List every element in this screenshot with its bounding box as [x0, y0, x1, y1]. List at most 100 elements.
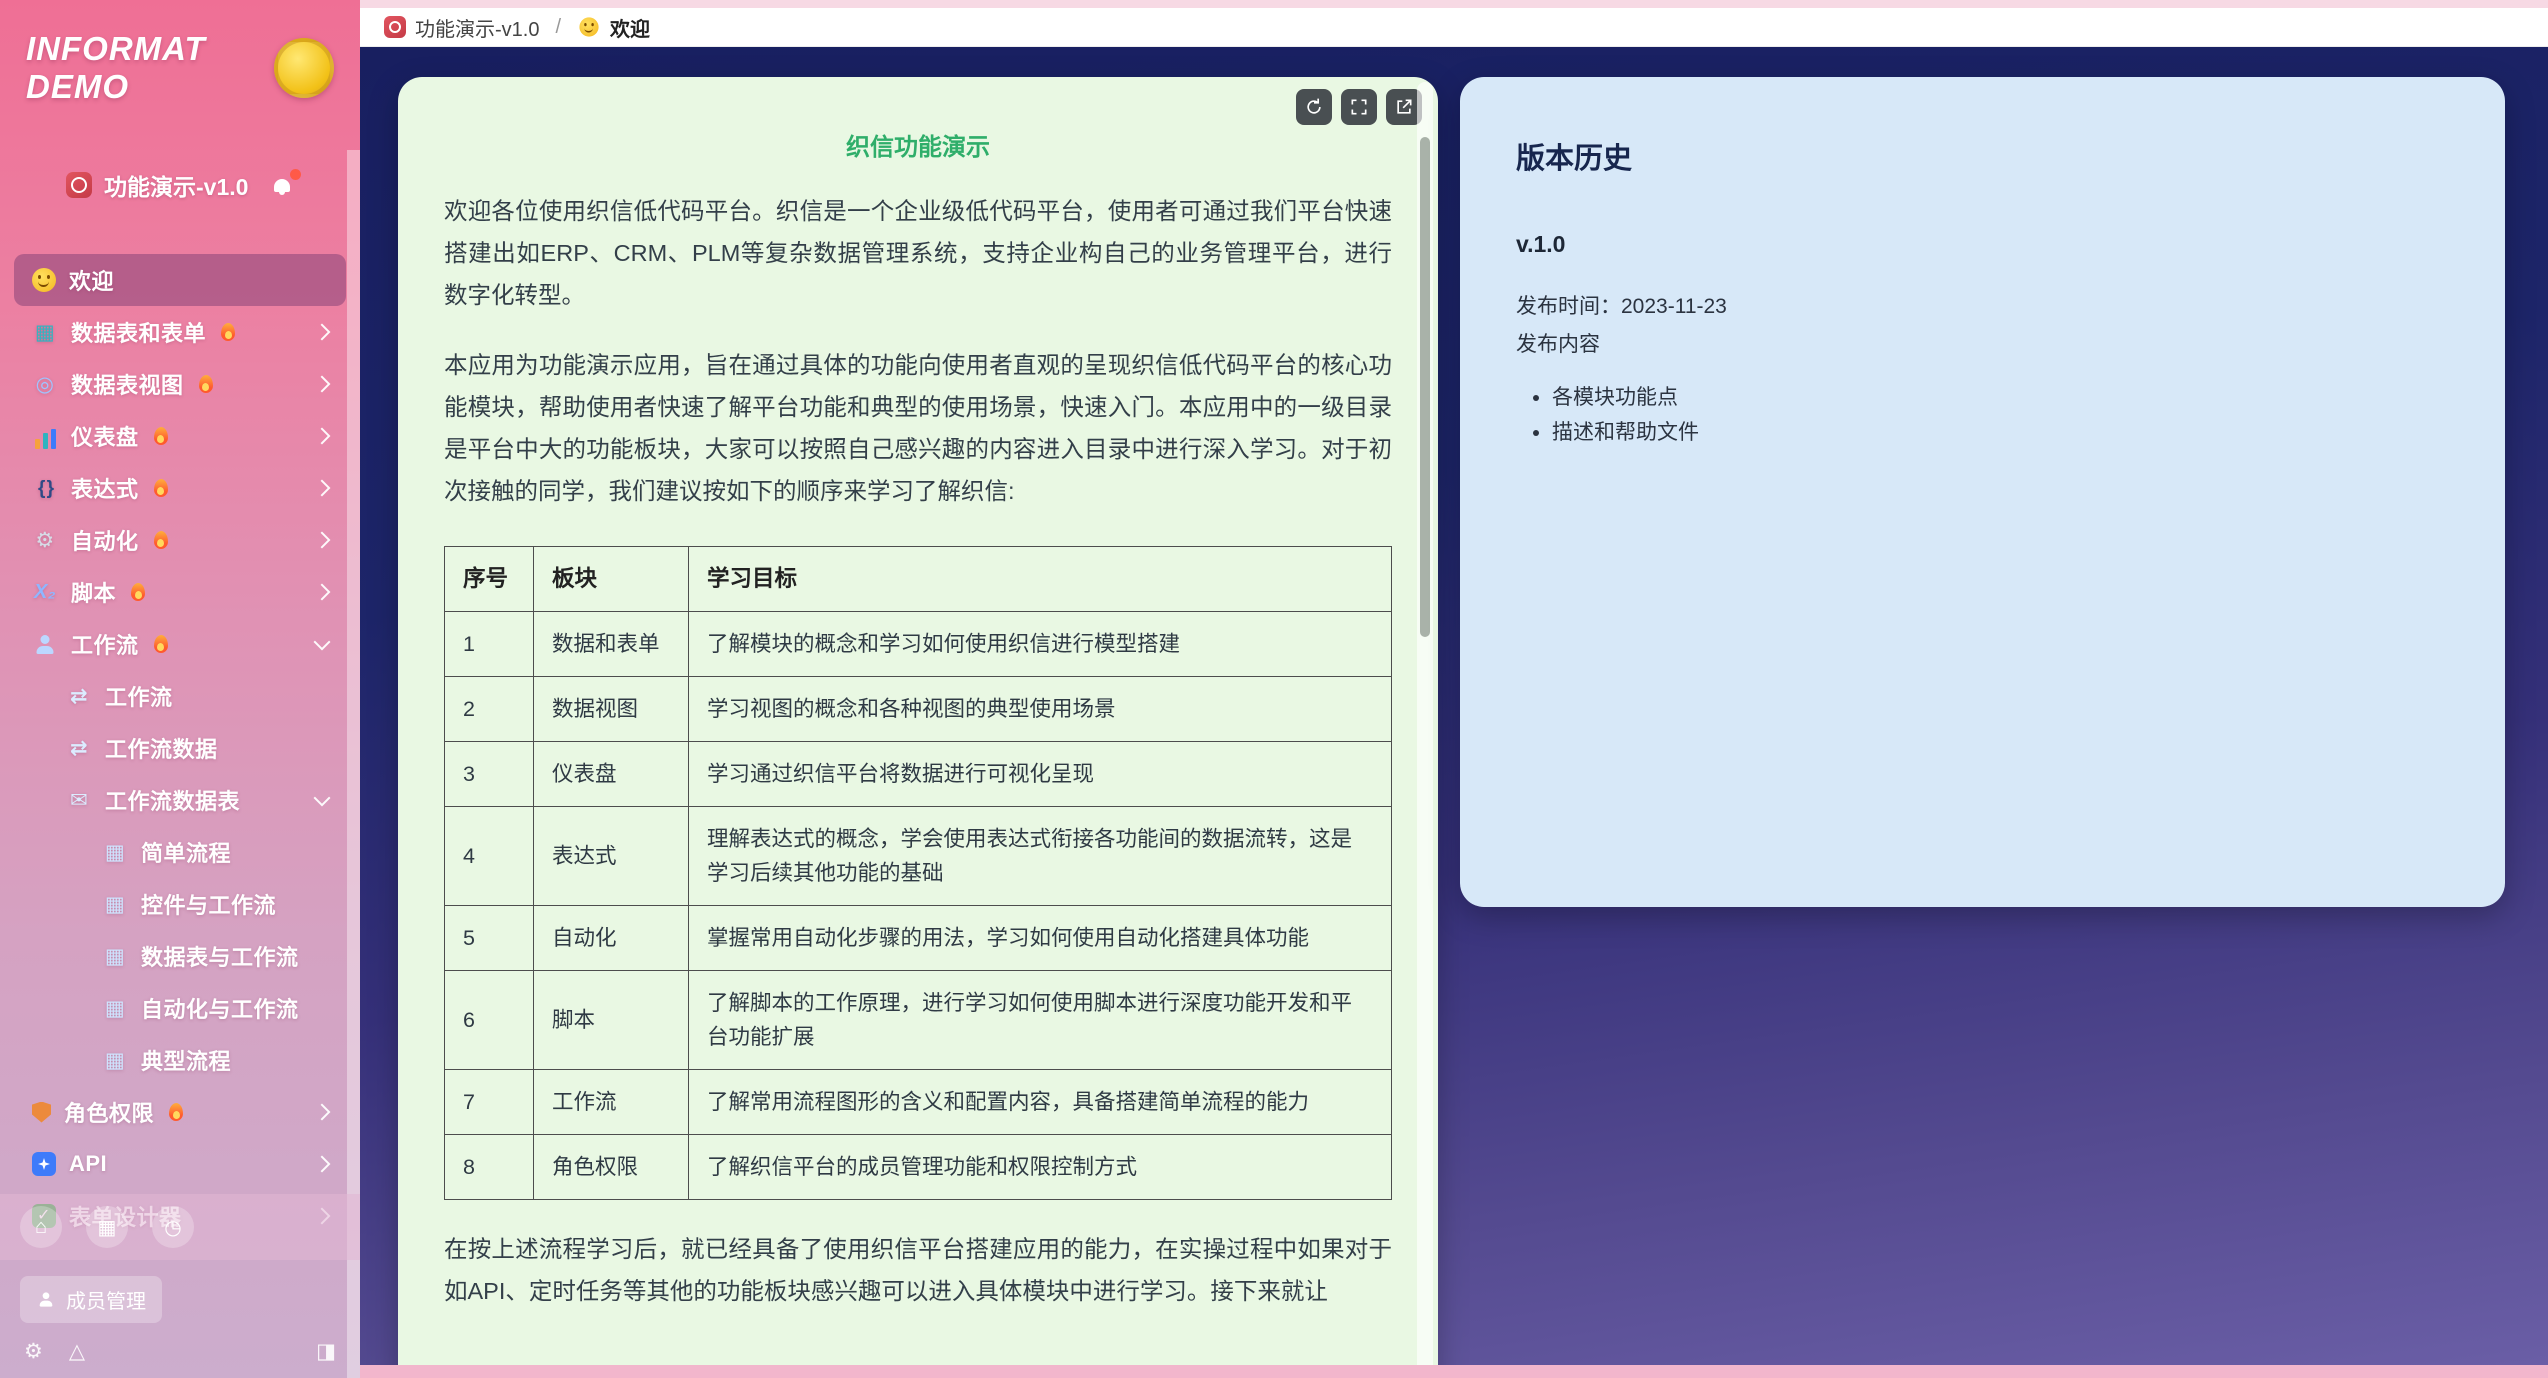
table-cell: 了解常用流程图形的含义和配置内容，具备搭建简单流程的能力: [689, 1070, 1392, 1135]
sidebar-item-label: API: [69, 1151, 107, 1177]
sidebar-item-typical-flow[interactable]: ▦ 典型流程: [14, 1034, 346, 1086]
table-cell: 4: [445, 807, 534, 906]
table-cell: 表达式: [534, 807, 689, 906]
collapse-sidebar-icon[interactable]: ◨: [316, 1339, 336, 1364]
clock-icon: ◷: [164, 1215, 181, 1240]
breadcrumb-app[interactable]: 功能演示-v1.0: [384, 13, 539, 42]
home-icon: ⌂: [35, 1216, 47, 1239]
chevron-right-icon: [314, 376, 331, 393]
sidebar-item-label: 数据表与工作流: [141, 940, 299, 972]
version-number: v.1.0: [1516, 231, 2449, 258]
fire-icon: [169, 1103, 183, 1121]
fullscreen-icon: [1349, 97, 1369, 117]
table-cell: 仪表盘: [534, 742, 689, 807]
fullscreen-button[interactable]: [1341, 89, 1377, 125]
sidebar-item-label: 典型流程: [141, 1044, 231, 1076]
refresh-button[interactable]: [1296, 89, 1332, 125]
sidebar-item-label: 工作流: [105, 680, 173, 712]
chevron-right-icon: [314, 1104, 331, 1121]
sidebar-item-workflow-data[interactable]: ⇄工作流数据: [14, 722, 346, 774]
apps-grid-icon: ▦: [98, 1215, 117, 1240]
table-cell: 了解模块的概念和学习如何使用织信进行模型搭建: [689, 612, 1392, 677]
sidebar-item-table-workflow[interactable]: ▦数据表与工作流: [14, 930, 346, 982]
home-button[interactable]: ⌂: [20, 1206, 62, 1248]
table-cell: 了解织信平台的成员管理功能和权限控制方式: [689, 1135, 1392, 1200]
clock-button[interactable]: ◷: [152, 1206, 194, 1248]
grid-icon: ▦: [102, 995, 128, 1021]
member-management-label: 成员管理: [66, 1285, 146, 1314]
doc-scrollbar-thumb[interactable]: [1420, 137, 1430, 637]
sidebar-item-label: 数据表和表单: [71, 316, 206, 348]
grid-icon: ▦: [102, 1047, 128, 1073]
notifications-button[interactable]: [274, 179, 290, 192]
release-date-label: 发布时间：: [1516, 295, 1621, 318]
fire-icon: [154, 479, 168, 497]
upload-icon[interactable]: △: [69, 1339, 85, 1364]
shield-icon: [32, 1102, 51, 1123]
release-content-label: 发布内容: [1516, 328, 2449, 358]
sidebar-item-label: 自动化与工作流: [141, 992, 299, 1024]
sidebar-item-expression[interactable]: { }表达式: [14, 462, 346, 514]
chevron-right-icon: [314, 584, 331, 601]
sidebar-item-workflow-data-table[interactable]: ✉工作流数据表: [14, 774, 346, 826]
shuffle-icon: ⇄: [66, 735, 92, 761]
external-link-icon: [1394, 97, 1414, 117]
sidebar: INFORMAT DEMO 功能演示-v1.0 欢迎▦数据表和表单◎数据表视图仪…: [0, 0, 360, 1378]
sidebar-item-workflow-sub[interactable]: ⇄工作流: [14, 670, 346, 722]
person-icon: [32, 631, 58, 657]
sidebar-item-api[interactable]: API: [14, 1138, 346, 1190]
chevron-right-icon: [314, 480, 331, 497]
table-cell: 了解脚本的工作原理，进行学习如何使用脚本进行深度功能开发和平台功能扩展: [689, 971, 1392, 1070]
doc-paragraph-footer: 在按上述流程学习后，就已经具备了使用织信平台搭建应用的能力，在实操过程中如果对于…: [444, 1228, 1392, 1312]
sidebar-item-automation[interactable]: ⚙自动化: [14, 514, 346, 566]
sidebar-item-label: 自动化: [71, 524, 139, 556]
sidebar-item-role-permission[interactable]: 角色权限: [14, 1086, 346, 1138]
table-cell: 工作流: [534, 1070, 689, 1135]
release-date-row: 发布时间：2023-11-23: [1516, 290, 2449, 320]
sidebar-item-workflow[interactable]: 工作流: [14, 618, 346, 670]
table-cell: 学习通过织信平台将数据进行可视化呈现: [689, 742, 1392, 807]
sidebar-item-table-views[interactable]: ◎数据表视图: [14, 358, 346, 410]
grid-icon: ▦: [102, 891, 128, 917]
main-area: 功能演示-v1.0 / 欢迎: [360, 0, 2548, 1378]
breadcrumb-bar: 功能演示-v1.0 / 欢迎: [360, 8, 2548, 47]
breadcrumb-page-label: 欢迎: [610, 13, 650, 42]
app-title: 功能演示-v1.0: [104, 168, 248, 202]
table-row: 2数据视图学习视图的概念和各种视图的典型使用场景: [445, 677, 1392, 742]
version-history-title: 版本历史: [1516, 135, 2449, 177]
fire-icon: [221, 323, 235, 341]
sidebar-item-script[interactable]: X₂脚本: [14, 566, 346, 618]
sidebar-bottom-bar: ⚙ △ ◨: [0, 1323, 360, 1378]
fire-icon: [199, 375, 213, 393]
fire-icon: [154, 427, 168, 445]
welcome-doc-card: 织信功能演示 欢迎各位使用织信低代码平台。织信是一个企业级低代码平台，使用者可通…: [398, 77, 1438, 1365]
member-management-button[interactable]: 成员管理: [20, 1276, 162, 1323]
chevron-right-icon: [314, 428, 331, 445]
settings-gear-icon[interactable]: ⚙: [24, 1339, 43, 1364]
doc-scrollbar-track[interactable]: [1417, 82, 1433, 1365]
table-row: 4表达式理解表达式的概念，学会使用表达式衔接各功能间的数据流转，这是学习后续其他…: [445, 807, 1392, 906]
sidebar-item-tables-forms[interactable]: ▦数据表和表单: [14, 306, 346, 358]
sidebar-item-widget-workflow[interactable]: ▦ 控件与工作流: [14, 878, 346, 930]
table-cell: 自动化: [534, 906, 689, 971]
sidebar-item-automation-workflow[interactable]: ▦ 自动化与工作流: [14, 982, 346, 1034]
workspace-avatar[interactable]: [274, 38, 334, 98]
table-header-cell: 板块: [534, 547, 689, 612]
grid-icon: ▦: [102, 839, 128, 865]
sidebar-item-label: 控件与工作流: [141, 888, 276, 920]
learning-table: 序号板块学习目标 1数据和表单了解模块的概念和学习如何使用织信进行模型搭建2数据…: [444, 546, 1392, 1200]
chevron-down-icon: [314, 790, 331, 807]
sidebar-item-dashboard[interactable]: 仪表盘: [14, 410, 346, 462]
mail-icon: ✉: [66, 787, 92, 813]
apps-button[interactable]: ▦: [86, 1206, 128, 1248]
table-cell: 6: [445, 971, 534, 1070]
sidebar-item-welcome[interactable]: 欢迎: [14, 254, 346, 306]
table-cell: 脚本: [534, 971, 689, 1070]
sidebar-item-simple-flow[interactable]: ▦简单流程: [14, 826, 346, 878]
dashboard-bars-icon: [32, 423, 58, 449]
table-header-cell: 学习目标: [689, 547, 1392, 612]
table-row: 8角色权限了解织信平台的成员管理功能和权限控制方式: [445, 1135, 1392, 1200]
table-row: 1数据和表单了解模块的概念和学习如何使用织信进行模型搭建: [445, 612, 1392, 677]
breadcrumb-current[interactable]: 欢迎: [577, 13, 650, 42]
app-window: INFORMAT DEMO 功能演示-v1.0 欢迎▦数据表和表单◎数据表视图仪…: [0, 0, 2548, 1378]
